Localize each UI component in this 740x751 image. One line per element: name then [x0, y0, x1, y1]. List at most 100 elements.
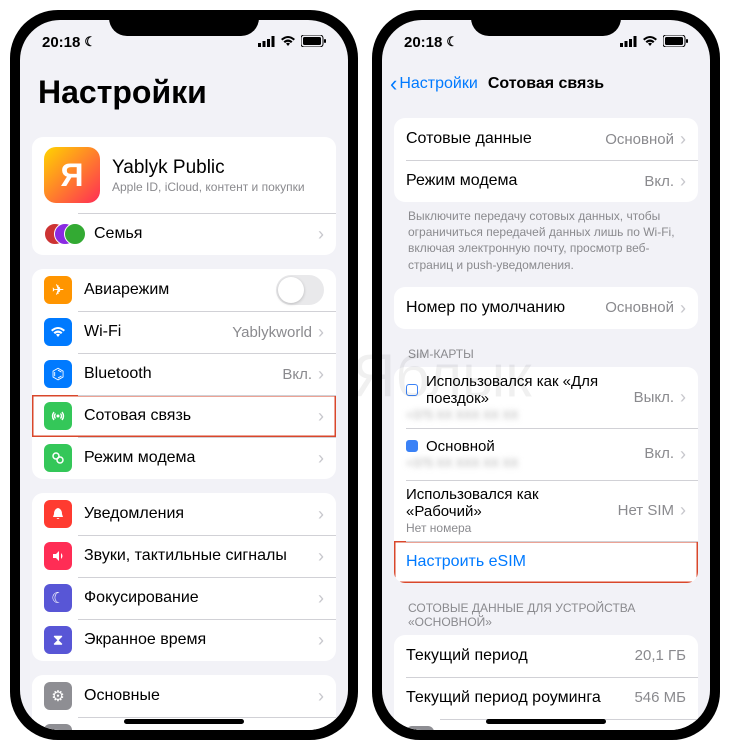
- cellular-footer: Выключите передачу сотовых данных, чтобы…: [394, 202, 698, 273]
- airplane-switch[interactable]: [276, 275, 324, 305]
- sim-cards-header: SIM-КАРТЫ: [394, 329, 698, 365]
- hotspot-row[interactable]: Режим модема Вкл. ›: [394, 160, 698, 202]
- family-avatars-icon: [44, 220, 84, 248]
- nav-bar: ‹ Настройки Сотовая связь: [382, 64, 710, 104]
- sim-work-row[interactable]: Использовался как «Рабочий» Нет номера Н…: [394, 480, 698, 541]
- setup-esim-label: Настроить eSIM: [406, 553, 686, 571]
- chevron-right-icon: ›: [318, 449, 324, 467]
- roaming-period-row[interactable]: Текущий период роуминга 546 МБ: [394, 677, 698, 719]
- bluetooth-icon: ⌬: [44, 360, 72, 388]
- cellular-signal-icon: [258, 34, 275, 51]
- dnd-moon-icon: ☾: [84, 34, 96, 50]
- cellular-data-value: Основной: [605, 131, 674, 148]
- sim-cards-group: Использовался как «Для поездок» +375 XX …: [394, 367, 698, 583]
- cellular-data-usage-group: Текущий период 20,1 ГБ Текущий период ро…: [394, 635, 698, 730]
- bluetooth-label: Bluetooth: [84, 365, 282, 383]
- chevron-right-icon: ›: [318, 505, 324, 523]
- sim-travel-row[interactable]: Использовался как «Для поездок» +375 XX …: [394, 367, 698, 428]
- cellular-label: Сотовая связь: [84, 407, 312, 425]
- sound-label: Звуки, тактильные сигналы: [84, 547, 312, 565]
- control-center-label: Пункт управления: [84, 729, 312, 730]
- wifi-row[interactable]: Wi-Fi Yablykworld ›: [32, 311, 336, 353]
- phone-frame-left: 20:18 ☾ Настройки Я Yablyk Public Apple …: [10, 10, 358, 740]
- notch: [471, 10, 621, 36]
- control-center-icon: [44, 724, 72, 730]
- default-number-label: Номер по умолчанию: [406, 299, 605, 317]
- chevron-right-icon: ›: [680, 501, 686, 519]
- sim-primary-row[interactable]: Основной +375 XX XXX XX XX Вкл. ›: [394, 428, 698, 480]
- apple-id-group: Я Yablyk Public Apple ID, iCloud, контен…: [32, 137, 336, 255]
- chevron-right-icon: ›: [680, 299, 686, 317]
- family-row[interactable]: Семья ›: [32, 213, 336, 255]
- chevron-right-icon: ›: [318, 547, 324, 565]
- screentime-icon: ⧗: [44, 626, 72, 654]
- sim-work-label: Использовался как «Рабочий»: [406, 486, 618, 520]
- apple-id-row[interactable]: Я Yablyk Public Apple ID, iCloud, контен…: [32, 137, 336, 213]
- chevron-right-icon: ›: [318, 729, 324, 730]
- connectivity-group: ✈ Авиарежим Wi-Fi Yablykworld › ⌬ Blueto…: [32, 269, 336, 479]
- chevron-right-icon: ›: [318, 687, 324, 705]
- chevron-right-icon: ›: [318, 365, 324, 383]
- default-number-row[interactable]: Номер по умолчанию Основной ›: [394, 287, 698, 329]
- sim-work-value: Нет SIM: [618, 502, 674, 519]
- chevron-right-icon: ›: [680, 130, 686, 148]
- bluetooth-value: Вкл.: [282, 366, 312, 383]
- default-number-value: Основной: [605, 299, 674, 316]
- cellular-data-row[interactable]: Сотовые данные Основной ›: [394, 118, 698, 160]
- home-indicator[interactable]: [124, 719, 244, 724]
- focus-label: Фокусирование: [84, 589, 312, 607]
- sim-primary-value: Вкл.: [644, 445, 674, 462]
- notifications-group: Уведомления › Звуки, тактильные сигналы …: [32, 493, 336, 661]
- battery-icon: [301, 34, 326, 51]
- screen-right: 20:18 ☾ ‹ Настройки Сотовая связь Сотовы…: [382, 20, 710, 730]
- sim-travel-number: +375 XX XXX XX XX: [406, 408, 634, 422]
- deleted-apps-icon: [406, 726, 434, 730]
- wifi-label: Wi-Fi: [84, 323, 232, 341]
- general-row[interactable]: ⚙ Основные ›: [32, 675, 336, 717]
- battery-icon: [663, 34, 688, 51]
- cellular-icon: [44, 402, 72, 430]
- chevron-right-icon: ›: [318, 407, 324, 425]
- sound-row[interactable]: Звуки, тактильные сигналы ›: [32, 535, 336, 577]
- focus-row[interactable]: ☾ Фокусирование ›: [32, 577, 336, 619]
- status-time: 20:18: [42, 34, 80, 51]
- notifications-row[interactable]: Уведомления ›: [32, 493, 336, 535]
- chevron-right-icon: ›: [680, 445, 686, 463]
- chevron-right-icon: ›: [680, 172, 686, 190]
- wifi-settings-icon: [44, 318, 72, 346]
- setup-esim-row[interactable]: Настроить eSIM: [394, 541, 698, 583]
- current-period-label: Текущий период: [406, 647, 635, 665]
- hotspot-label: Режим модема: [84, 449, 312, 467]
- apple-id-sub: Apple ID, iCloud, контент и покупки: [112, 180, 324, 194]
- chevron-right-icon: ›: [318, 323, 324, 341]
- phone-frame-right: 20:18 ☾ ‹ Настройки Сотовая связь Сотовы…: [372, 10, 720, 740]
- hotspot-row[interactable]: Режим модема ›: [32, 437, 336, 479]
- back-label: Настройки: [399, 75, 477, 93]
- status-time: 20:18: [404, 34, 442, 51]
- chevron-right-icon: ›: [318, 225, 324, 243]
- hotspot-label: Режим модема: [406, 172, 644, 190]
- default-number-group: Номер по умолчанию Основной ›: [394, 287, 698, 329]
- airplane-label: Авиарежим: [84, 281, 276, 299]
- screen-left: 20:18 ☾ Настройки Я Yablyk Public Apple …: [20, 20, 348, 730]
- sim-work-number: Нет номера: [406, 521, 618, 535]
- bluetooth-row[interactable]: ⌬ Bluetooth Вкл. ›: [32, 353, 336, 395]
- notch: [109, 10, 259, 36]
- current-period-row[interactable]: Текущий период 20,1 ГБ: [394, 635, 698, 677]
- screentime-row[interactable]: ⧗ Экранное время ›: [32, 619, 336, 661]
- wifi-value: Yablykworld: [232, 324, 312, 341]
- chevron-right-icon: ›: [680, 388, 686, 406]
- airplane-row[interactable]: ✈ Авиарежим: [32, 269, 336, 311]
- back-button[interactable]: ‹ Настройки: [390, 73, 478, 95]
- sim-travel-value: Выкл.: [634, 389, 674, 406]
- gear-icon: ⚙: [44, 682, 72, 710]
- home-indicator[interactable]: [486, 719, 606, 724]
- roaming-period-value: 546 МБ: [634, 689, 686, 706]
- chevron-left-icon: ‹: [390, 73, 397, 95]
- sim-primary-label: Основной: [426, 438, 495, 455]
- sim-indicator-icon: [406, 440, 418, 452]
- cellular-row[interactable]: Сотовая связь ›: [32, 395, 336, 437]
- notifications-icon: [44, 500, 72, 528]
- chevron-right-icon: ›: [318, 631, 324, 649]
- family-label: Семья: [94, 225, 312, 243]
